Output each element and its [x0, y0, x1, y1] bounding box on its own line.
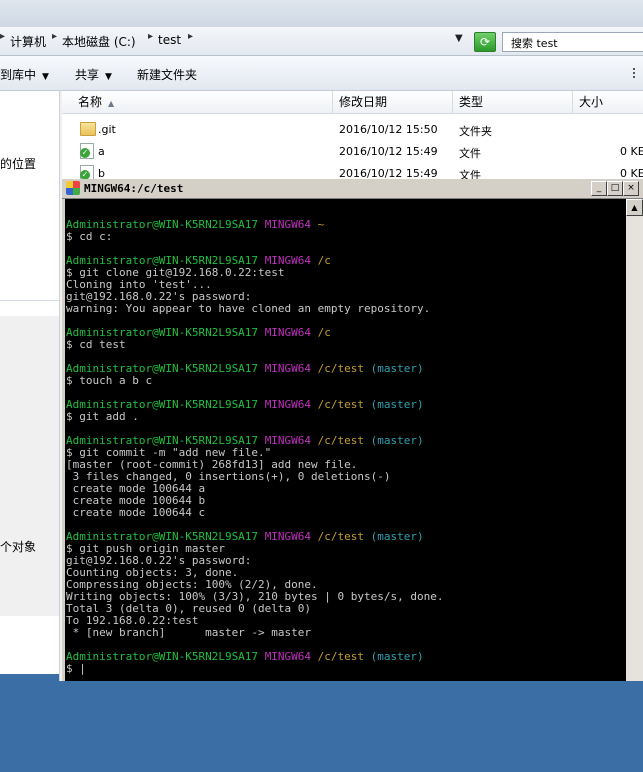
terminal-window: MINGW64:/c/test _ □ × Administrator@WIN-…: [62, 179, 643, 681]
refresh-icon[interactable]: ⟳: [474, 32, 496, 52]
terminal-scrollbar[interactable]: ▲: [626, 199, 643, 681]
navigation-pane: 的位置 个对象: [0, 91, 60, 772]
terminal-text-segment: /c: [317, 254, 331, 267]
terminal-text-segment: $ cd c:: [66, 230, 113, 243]
share-button[interactable]: 共享 ▼: [75, 66, 112, 83]
file-date: 2016/10/12 15:49: [339, 145, 438, 158]
terminal-text-segment: MINGW64: [264, 218, 318, 231]
column-header-date[interactable]: 修改日期: [333, 91, 453, 113]
terminal-text-segment: /c/test: [317, 398, 371, 411]
maximize-button[interactable]: □: [607, 181, 623, 196]
terminal-text-segment: /c/test: [317, 530, 371, 543]
terminal-text-segment: MINGW64: [264, 530, 318, 543]
terminal-text-segment: warning: You appear to have cloned an em…: [66, 302, 431, 315]
terminal-text-segment: $ |: [66, 662, 86, 675]
terminal-text-segment: * [new branch] master -> master: [66, 626, 312, 639]
terminal-line: $ git add .: [66, 411, 444, 423]
breadcrumb-computer[interactable]: 计算机: [10, 33, 46, 50]
breadcrumb-folder[interactable]: test: [158, 33, 181, 47]
git-status-check-icon: ✓: [80, 148, 90, 158]
terminal-line: $ cd test: [66, 339, 444, 351]
chevron-down-icon: ▼: [42, 72, 49, 82]
folder-icon: [80, 122, 96, 136]
terminal-line: $ touch a b c: [66, 375, 444, 387]
chevron-right-icon[interactable]: ▸: [148, 31, 153, 42]
close-button[interactable]: ×: [623, 181, 639, 196]
terminal-line: Administrator@WIN-K5RN2L9SA17 MINGW64 ~: [66, 219, 444, 231]
terminal-text-segment: $ git add .: [66, 410, 139, 423]
chevron-right-icon[interactable]: ▸: [52, 31, 57, 42]
breadcrumb-lead[interactable]: ▸: [0, 31, 5, 42]
terminal-text-segment: /c/test: [317, 362, 371, 375]
file-size: 0 KE: [620, 145, 643, 158]
terminal-text-segment: (master): [370, 362, 424, 375]
column-header-row: 名称 ▲ 修改日期 类型 大小: [62, 91, 643, 114]
terminal-text-segment: MINGW64: [264, 326, 318, 339]
status-object-count: 个对象: [0, 540, 37, 554]
include-in-library-button[interactable]: 到库中 ▼: [0, 66, 49, 83]
terminal-text-segment: /c/test: [317, 434, 371, 447]
file-row-a[interactable]: ✓ a 2016/10/12 15:49 文件 0 KE: [62, 141, 643, 163]
terminal-text-segment: $ touch a b c: [66, 374, 153, 387]
column-name-label: 名称: [78, 95, 103, 109]
chevron-down-icon: ▼: [105, 72, 112, 82]
terminal-text-segment: $ cd test: [66, 338, 126, 351]
column-header-size[interactable]: 大小: [573, 91, 643, 113]
include-in-library-label: 到库中: [0, 68, 37, 82]
terminal-line: create mode 100644 c: [66, 507, 444, 519]
nav-location-text[interactable]: 的位置: [0, 155, 36, 172]
terminal-output[interactable]: Administrator@WIN-K5RN2L9SA17 MINGW64 ~ $…: [65, 199, 626, 681]
view-options-icon[interactable]: [633, 68, 643, 78]
minimize-button[interactable]: _: [591, 181, 607, 196]
command-toolbar: 到库中 ▼ 共享 ▼ 新建文件夹: [0, 56, 643, 91]
terminal-text-segment: ~: [317, 218, 325, 231]
terminal-text-segment: MINGW64: [264, 650, 318, 663]
terminal-text-segment: Administrator@WIN-K5RN2L9SA17: [66, 650, 265, 663]
file-icon: ✓: [80, 143, 94, 159]
terminal-text-segment: /c: [317, 326, 331, 339]
terminal-line: Administrator@WIN-K5RN2L9SA17 MINGW64 /c…: [66, 651, 444, 663]
share-label: 共享: [75, 68, 100, 82]
file-row-git[interactable]: .git 2016/10/12 15:50 文件夹: [62, 119, 643, 141]
terminal-line: * [new branch] master -> master: [66, 627, 444, 639]
terminal-line: $ cd c:: [66, 231, 444, 243]
terminal-lines: Administrator@WIN-K5RN2L9SA17 MINGW64 ~ $…: [66, 207, 444, 675]
address-dropdown-icon[interactable]: ▼: [455, 33, 463, 44]
scroll-up-icon[interactable]: ▲: [626, 199, 643, 216]
sort-ascending-icon: ▲: [108, 99, 115, 108]
file-name: .git: [98, 123, 116, 136]
terminal-text-segment: /c/test: [317, 650, 371, 663]
terminal-text-segment: (master): [370, 650, 424, 663]
nav-empty-region: [0, 316, 59, 616]
terminal-text-segment: (master): [370, 398, 424, 411]
file-name: a: [98, 145, 105, 158]
terminal-line: $ |: [66, 663, 444, 675]
column-header-type[interactable]: 类型: [453, 91, 573, 113]
terminal-line: warning: You appear to have cloned an em…: [66, 303, 444, 315]
desktop-background: [0, 674, 59, 772]
terminal-text-segment: create mode 100644 c: [66, 506, 206, 519]
new-folder-button[interactable]: 新建文件夹: [137, 66, 197, 83]
file-date: 2016/10/12 15:50: [339, 123, 438, 136]
search-placeholder: 搜索 test: [511, 37, 558, 50]
terminal-text-segment: (master): [370, 434, 424, 447]
search-input[interactable]: 搜索 test: [502, 32, 643, 52]
mingw-icon[interactable]: [66, 181, 80, 195]
file-type: 文件: [459, 147, 481, 160]
terminal-text-segment: MINGW64: [264, 362, 318, 375]
terminal-text-segment: MINGW64: [264, 434, 318, 447]
chevron-right-icon[interactable]: ▸: [188, 31, 193, 42]
terminal-text-segment: (master): [370, 530, 424, 543]
terminal-title-bar[interactable]: MINGW64:/c/test _ □ ×: [62, 179, 643, 199]
column-header-name[interactable]: 名称 ▲: [62, 91, 333, 113]
file-type: 文件夹: [459, 125, 492, 138]
nav-divider: [0, 300, 59, 301]
terminal-title: MINGW64:/c/test: [84, 182, 184, 195]
terminal-text-segment: MINGW64: [264, 398, 318, 411]
breadcrumb-drive[interactable]: 本地磁盘 (C:): [62, 33, 136, 50]
explorer-title-bar: [0, 0, 643, 27]
